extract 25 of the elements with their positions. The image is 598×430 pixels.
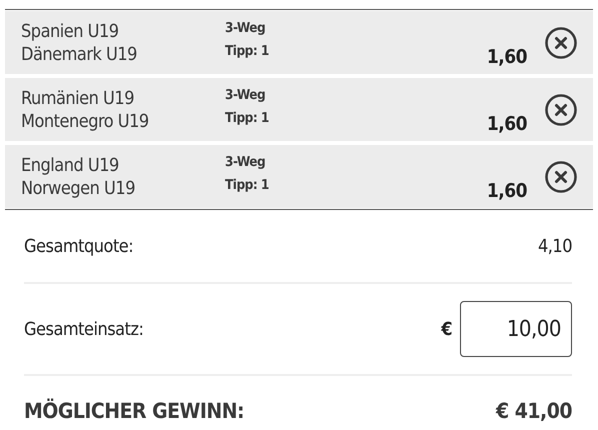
remove-icon[interactable]	[545, 160, 577, 192]
away-team: Dänemark U19	[21, 42, 138, 66]
odds-value: 1,60	[486, 113, 527, 135]
stake-label: Gesamteinsatz:	[24, 318, 144, 340]
stake-input[interactable]: 10,00	[460, 301, 572, 357]
market-label: 3-Weg	[225, 86, 266, 105]
market-label: 3-Weg	[225, 19, 266, 38]
tip-label: Tipp: 1	[225, 109, 269, 128]
away-team: Montenegro U19	[21, 110, 150, 132]
home-team: England U19	[21, 154, 120, 176]
market-label: 3-Weg	[225, 153, 266, 172]
total-odds-value: 4,10	[538, 236, 572, 256]
remove-icon[interactable]	[545, 26, 577, 58]
odds-value: 1,60	[486, 46, 527, 68]
total-odds-label: Gesamtquote:	[24, 236, 134, 256]
potential-win-value: € 41,00	[496, 399, 572, 423]
home-team: Spanien U19	[21, 20, 120, 42]
remove-icon[interactable]	[545, 94, 577, 126]
away-team: Norwegen U19	[21, 176, 136, 200]
tip-label: Tipp: 1	[225, 42, 269, 61]
tip-label: Tipp: 1	[225, 176, 269, 195]
currency-label: €	[441, 318, 452, 340]
potential-win-label: MÖGLICHER GEWINN:	[24, 399, 244, 423]
home-team: Rumänien U19	[21, 86, 136, 110]
odds-value: 1,60	[486, 180, 527, 202]
